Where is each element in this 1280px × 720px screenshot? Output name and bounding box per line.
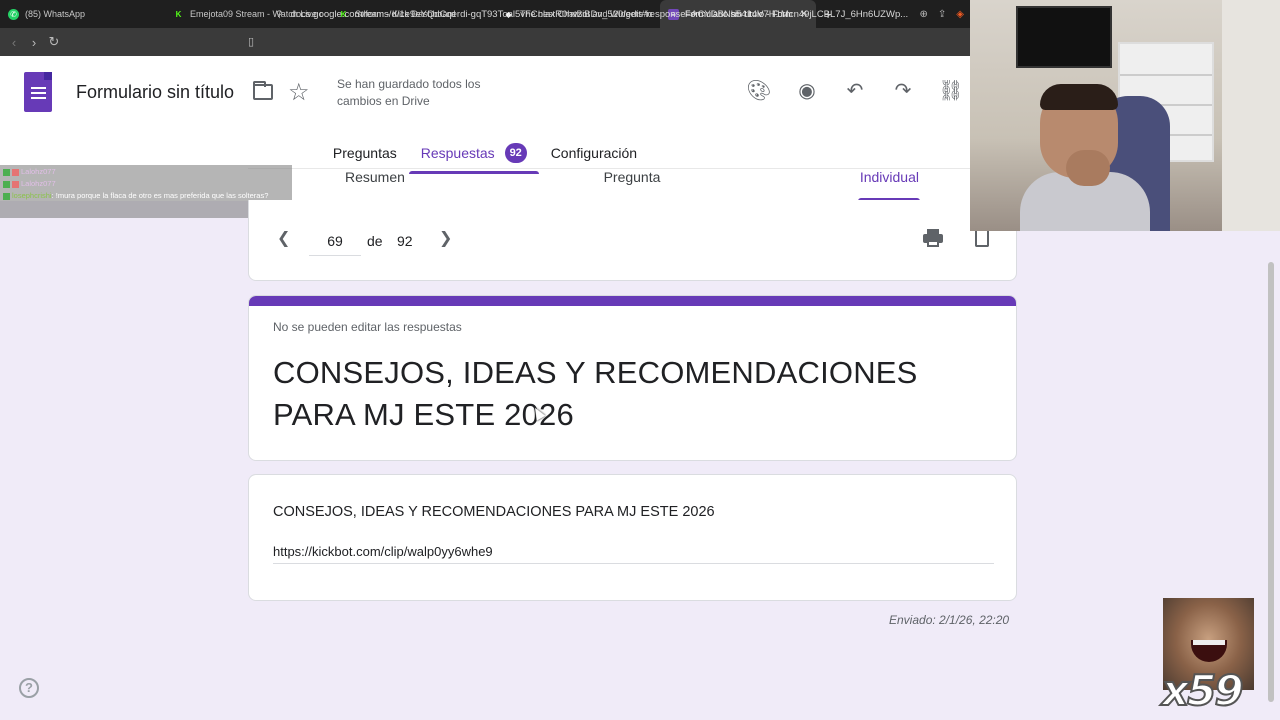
forward-icon[interactable]: › (24, 35, 44, 50)
tab-responses[interactable]: Respuestas 92 (408, 138, 539, 174)
bookmark-icon[interactable]: ▯ (248, 35, 254, 48)
question-card: CONSEJOS, IDEAS Y RECOMENDACIONES PARA M… (248, 474, 1017, 601)
chat-badge-icon (12, 168, 19, 176)
chat-line: Lalohz077 (3, 178, 289, 190)
page-scrollbar[interactable] (1268, 262, 1274, 702)
folder-icon[interactable] (253, 81, 273, 100)
whatsapp-icon: ✆ (8, 8, 19, 20)
reload-icon[interactable]: ↻ (44, 34, 64, 50)
no-edit-notice: No se pueden editar las respuestas (273, 320, 462, 334)
pager-total: 92 (397, 233, 413, 249)
main-tabs: Preguntas Respuestas 92 Configuración (0, 138, 970, 174)
print-icon[interactable] (923, 229, 943, 247)
response-pager: ❮ 69 de 92 ❯ (248, 200, 1017, 281)
tab-settings[interactable]: Configuración (539, 138, 649, 168)
share-icon[interactable]: ⇪ (938, 9, 946, 20)
link-icon[interactable]: ⛓︎ (938, 78, 964, 102)
chat-badge-icon (3, 192, 10, 200)
address-bar: ‹ › ↻ (0, 28, 970, 56)
palette-icon[interactable]: 🎨︎ (746, 78, 772, 102)
delete-trash-icon[interactable] (973, 227, 991, 247)
back-icon[interactable]: ‹ (4, 35, 24, 50)
previous-response-chevron-icon[interactable]: ❮ (277, 228, 290, 248)
star-icon[interactable]: ☆ (288, 78, 310, 107)
subtab-question[interactable]: Pregunta (536, 169, 727, 201)
kick-icon: K (175, 9, 182, 19)
answer-value: https://kickbot.com/clip/walp0yy6whe9 (273, 544, 994, 564)
question-text: CONSEJOS, IDEAS Y RECOMENDACIONES PARA M… (273, 504, 715, 520)
next-response-chevron-icon[interactable]: ❯ (439, 228, 452, 248)
tab-questions[interactable]: Preguntas (321, 138, 409, 168)
site-info-icon[interactable]: ⚲ (276, 9, 283, 20)
response-sub-tabs: Resumen Pregunta Individual (248, 168, 970, 201)
tab-whatsapp[interactable]: ✆ (85) WhatsApp (0, 0, 165, 28)
url-field[interactable]: ⚲ docs.google.com/forms/d/1e9eYQdCqerdi-… (244, 4, 970, 24)
streamer (1020, 76, 1150, 231)
chat-badge-icon (12, 180, 19, 188)
wall (1222, 0, 1280, 231)
response-index-input[interactable]: 69 (309, 230, 361, 256)
pager-of-label: de (367, 233, 383, 249)
redo-icon[interactable]: ↷ (890, 78, 916, 102)
subtab-individual[interactable]: Individual (728, 169, 970, 201)
tv-screen (1016, 6, 1112, 68)
chat-badge-icon (3, 180, 10, 188)
preview-eye-icon[interactable]: ◉ (794, 78, 820, 102)
form-heading: CONSEJOS, IDEAS Y RECOMENDACIONES PARA M… (273, 355, 918, 432)
accent-bar (249, 296, 1016, 306)
chat-line: losephcrishi: !mura porque la flaca de o… (3, 190, 289, 202)
chat-badge-icon (3, 168, 10, 176)
submitted-timestamp: Enviado: 2/1/26, 22:20 (889, 613, 1010, 627)
brave-shield-icon[interactable]: ◈ (956, 9, 964, 20)
form-title-card: No se pueden editar las respuestas CONSE… (248, 295, 1017, 461)
undo-icon[interactable]: ↶ (842, 78, 868, 102)
chat-line: Lalohz077 (3, 166, 289, 178)
google-forms-logo-icon[interactable] (24, 72, 52, 112)
form-title[interactable]: Formulario sin título (76, 82, 234, 103)
webcam-overlay (970, 0, 1280, 231)
help-icon[interactable]: ? (19, 678, 39, 698)
zoom-icon[interactable]: ⊕ (920, 9, 928, 20)
responses-count-badge: 92 (504, 143, 527, 163)
saved-status: Se han guardado todos los cambios en Dri… (337, 77, 481, 108)
emote-count: x59 (1161, 665, 1245, 716)
